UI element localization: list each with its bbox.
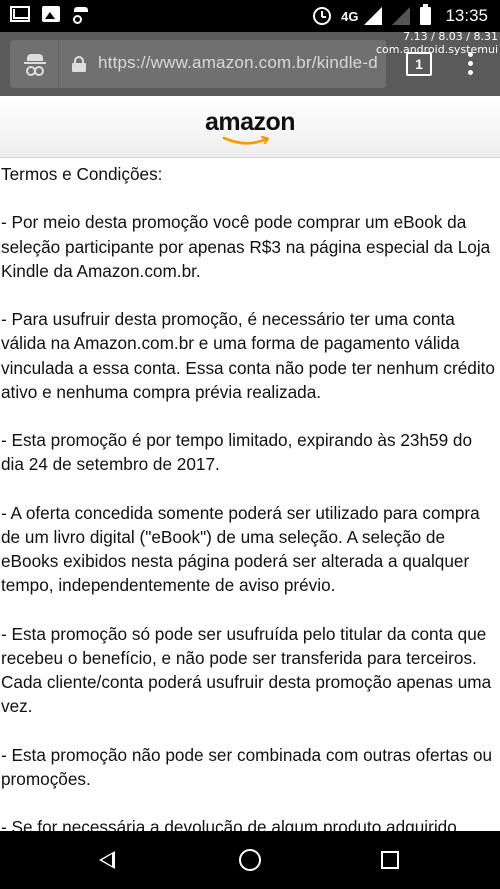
signal-icon [364, 7, 383, 25]
terms-paragraph: - Se for necessária a devolução de algum… [1, 817, 457, 831]
terms-paragraph: - A oferta concedida somente poderá ser … [1, 502, 480, 596]
incognito-notification-icon [72, 6, 90, 24]
terms-paragraph: - Esta promoção é por tempo limitado, ex… [1, 430, 473, 475]
omnibox[interactable]: https://www.amazon.com.br/kindle-d [10, 40, 386, 88]
amazon-header: amazon [0, 96, 500, 158]
status-bar: 4G 13:35 [0, 0, 500, 32]
battery-icon [420, 4, 432, 25]
home-icon[interactable] [239, 849, 261, 871]
terms-heading: Termos e Condições: [1, 164, 163, 184]
network-type: 4G [341, 8, 359, 24]
terms-paragraph: - Esta promoção não pode ser combinada c… [1, 744, 493, 789]
incognito-icon[interactable] [24, 54, 46, 76]
recents-icon[interactable] [381, 851, 399, 869]
system-overlay-text: 7.13 / 8.03 / 8.31 com.android.systemui [376, 30, 498, 56]
terms-paragraph: - Para usufruir desta promoção, é necess… [1, 309, 495, 402]
signal-empty-icon [392, 7, 411, 25]
terms-content: Termos e Condições: - Por meio desta pro… [0, 158, 500, 831]
alarm-icon [313, 7, 332, 25]
terms-paragraph: - Esta promoção só pode ser usufruída pe… [1, 623, 492, 717]
url-text[interactable]: https://www.amazon.com.br/kindle-d [98, 53, 380, 73]
omnibox-divider [58, 40, 59, 88]
image-icon [42, 6, 60, 22]
terms-paragraph: - Por meio desta promoção você pode comp… [1, 212, 491, 281]
lock-icon[interactable] [72, 56, 86, 72]
back-icon[interactable] [99, 851, 115, 869]
clock: 13:35 [445, 6, 488, 25]
navigation-bar [0, 831, 500, 889]
amazon-smile-icon [222, 136, 272, 146]
amazon-logo[interactable]: amazon [0, 108, 500, 137]
overlay-line-2: com.android.systemui [375, 43, 498, 56]
gmail-icon [10, 6, 30, 22]
overlay-line-1: 7.13 / 8.03 / 8.31 [403, 30, 498, 43]
